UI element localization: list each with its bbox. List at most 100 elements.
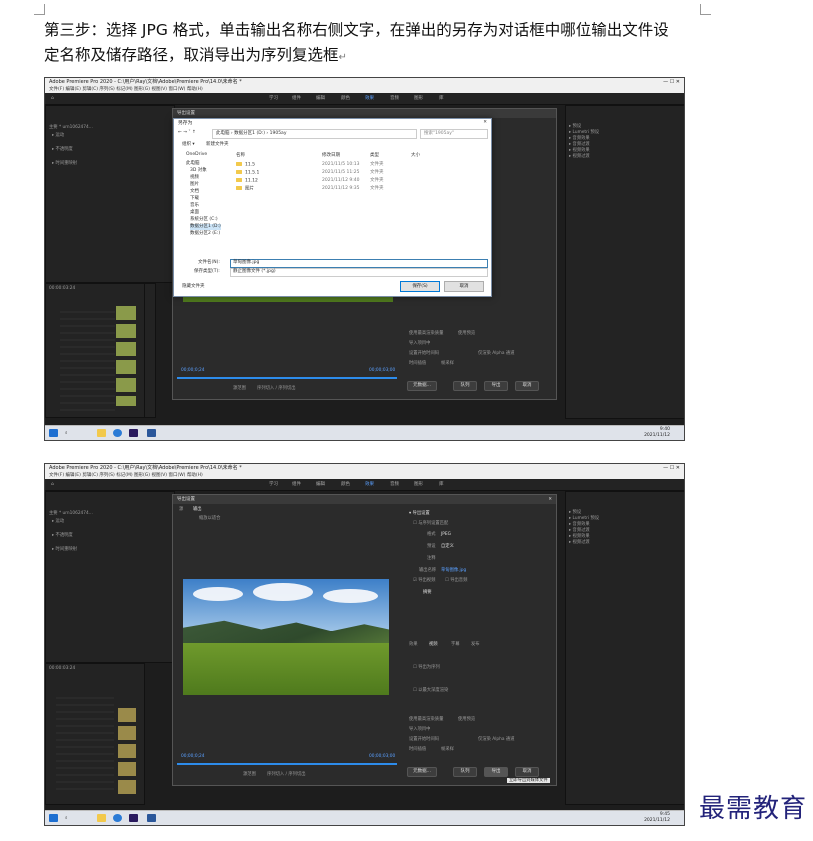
nav-item-onedrive[interactable]: OneDrive (186, 152, 207, 158)
option-alpha-only[interactable]: 仅渲染 Alpha 通道 (478, 351, 514, 356)
menu-bar[interactable]: 文件(F) 编辑(E) 剪辑(C) 序列(S) 标记(M) 图形(G) 视图(V… (45, 86, 684, 93)
nav-item-downloads[interactable]: 下载 (190, 196, 199, 202)
premiere-icon[interactable] (129, 429, 138, 437)
home-icon[interactable]: ⌂ (51, 93, 54, 104)
max-depth-checkbox[interactable]: ☐ 以最大深度渲染 (413, 688, 448, 693)
source-scaling-value[interactable]: 缩放以适合 (199, 516, 220, 521)
nav-item-this-pc[interactable]: 此电脑 (186, 161, 200, 167)
time-interp-value[interactable]: 帧采样 (441, 361, 454, 366)
nav-item-documents[interactable]: 文档 (190, 189, 199, 195)
preset-select[interactable]: 自定义 (441, 544, 454, 549)
nav-item-3d[interactable]: 3D 对象 (190, 168, 207, 174)
tab-assembly[interactable]: 组件 (292, 479, 301, 490)
close-icon[interactable]: ✕ (548, 497, 552, 502)
edge-icon[interactable] (113, 814, 122, 822)
match-sequence-checkbox[interactable]: ☐ 与序列设置匹配 (413, 521, 448, 526)
metadata-button[interactable]: 元数据... (407, 381, 437, 391)
option-import-project[interactable]: 导入项目中 (409, 341, 430, 346)
tab-effects[interactable]: 效果 (409, 642, 418, 647)
filename-input[interactable]: 草甸图像.jpg (230, 259, 488, 268)
tab-library[interactable]: 库 (439, 479, 444, 490)
filetype-select[interactable]: 静止图像文件 (*.jpg) (230, 268, 488, 277)
nav-item-drive-d[interactable]: 数据分区1 (D:) (190, 224, 221, 230)
close-icon[interactable]: ✕ (483, 120, 487, 126)
tab-color[interactable]: 颜色 (341, 93, 350, 104)
tab-learn[interactable]: 学习 (269, 93, 278, 104)
tab-video[interactable]: 视频 (429, 642, 438, 647)
range-value[interactable]: 序列切入 / 序列切出 (267, 772, 306, 777)
home-icon[interactable]: ⌂ (51, 479, 54, 490)
col-type[interactable]: 类型 (370, 153, 379, 159)
cancel-export-button[interactable]: 取消 (515, 767, 539, 777)
tab-edit[interactable]: 编辑 (316, 479, 325, 490)
nav-item-pictures[interactable]: 图片 (190, 182, 199, 188)
queue-button[interactable]: 队列 (453, 767, 477, 777)
metadata-button[interactable]: 元数据... (407, 767, 437, 777)
col-size[interactable]: 大小 (411, 153, 420, 159)
nav-item-drive-e[interactable]: 数据分区2 (E:) (190, 231, 220, 237)
export-button[interactable]: 导出 (484, 767, 508, 777)
option-max-quality[interactable]: 使用最高渲染质量 (409, 331, 443, 336)
tab-audio[interactable]: 音频 (390, 479, 399, 490)
nav-item-drive-c[interactable]: 系统分区 (C:) (190, 217, 218, 223)
option-use-preview[interactable]: 使用预览 (458, 717, 475, 722)
tab-graphics[interactable]: 图形 (414, 93, 423, 104)
output-name-link[interactable]: 草甸图像.jpg (441, 568, 466, 573)
window-controls[interactable]: — ☐ ✕ (663, 78, 680, 86)
tab-effects[interactable]: 效果 (365, 93, 374, 104)
start-icon[interactable] (49, 429, 58, 437)
edge-icon[interactable] (113, 429, 122, 437)
hide-folders-toggle[interactable]: 隐藏文件夹 (182, 284, 205, 290)
nav-arrows[interactable]: ← → ˅ ↑ (178, 130, 196, 136)
export-audio-checkbox[interactable]: ☐ 导出音频 (445, 578, 467, 583)
tab-output[interactable]: 输出 (193, 507, 202, 512)
format-select[interactable]: JPEG (441, 532, 451, 537)
tab-effects[interactable]: 效果 (365, 479, 374, 490)
tab-source[interactable]: 源 (179, 507, 183, 512)
export-button[interactable]: 导出 (484, 381, 508, 391)
nav-item-music[interactable]: 音乐 (190, 203, 199, 209)
save-button[interactable]: 保存(S) (400, 281, 440, 292)
option-use-preview[interactable]: 使用预览 (458, 331, 475, 336)
option-start-timecode[interactable]: 设置开始时间码 (409, 351, 439, 356)
option-import-project[interactable]: 导入项目中 (409, 727, 430, 732)
col-name[interactable]: 名称 (236, 153, 245, 159)
tab-captions[interactable]: 字幕 (451, 642, 460, 647)
cancel-button[interactable]: 取消 (444, 281, 484, 292)
time-interp-value[interactable]: 帧采样 (441, 747, 454, 752)
window-controls[interactable]: — ☐ ✕ (663, 464, 680, 472)
tab-assembly[interactable]: 组件 (292, 93, 301, 104)
tab-graphics[interactable]: 图形 (414, 479, 423, 490)
nav-item-desktop[interactable]: 桌面 (190, 210, 199, 216)
premiere-icon[interactable] (129, 814, 138, 822)
word-icon[interactable] (147, 814, 156, 822)
word-icon[interactable] (147, 429, 156, 437)
tab-audio[interactable]: 音频 (390, 93, 399, 104)
explorer-icon[interactable] (97, 814, 106, 822)
search-icon[interactable]: ⌕ (65, 815, 68, 821)
search-icon[interactable]: ⌕ (65, 430, 68, 436)
col-date[interactable]: 修改日期 (322, 153, 340, 159)
tab-publish[interactable]: 发布 (471, 642, 480, 647)
tab-edit[interactable]: 编辑 (316, 93, 325, 104)
tab-color[interactable]: 颜色 (341, 479, 350, 490)
cancel-export-button[interactable]: 取消 (515, 381, 539, 391)
search-input[interactable]: 搜索"1905ay" (420, 129, 488, 139)
option-start-timecode[interactable]: 设置开始时间码 (409, 737, 439, 742)
list-item[interactable]: 图片 (236, 186, 254, 193)
start-icon[interactable] (49, 814, 58, 822)
export-video-checkbox[interactable]: ☑ 导出视频 (413, 578, 435, 583)
menu-bar[interactable]: 文件(F) 编辑(E) 剪辑(C) 序列(S) 标记(M) 图形(G) 视图(V… (45, 472, 684, 479)
address-bar[interactable]: 此电脑 › 数据分区1 (D:) › 1905ay (212, 129, 417, 139)
nav-item-video[interactable]: 视频 (190, 175, 199, 181)
explorer-icon[interactable] (97, 429, 106, 437)
export-as-sequence-checkbox[interactable]: ☐ 导出为序列 (413, 665, 440, 670)
tab-learn[interactable]: 学习 (269, 479, 278, 490)
list-item[interactable]: 11.5.1 (236, 170, 259, 177)
option-alpha-only[interactable]: 仅渲染 Alpha 通道 (478, 737, 514, 742)
organize-button[interactable]: 组织 ▾ (182, 142, 195, 148)
list-item[interactable]: 11.12 (236, 178, 258, 185)
tab-library[interactable]: 库 (439, 93, 444, 104)
list-item[interactable]: 11.5 (236, 162, 255, 169)
new-folder-button[interactable]: 新建文件夹 (206, 142, 229, 148)
